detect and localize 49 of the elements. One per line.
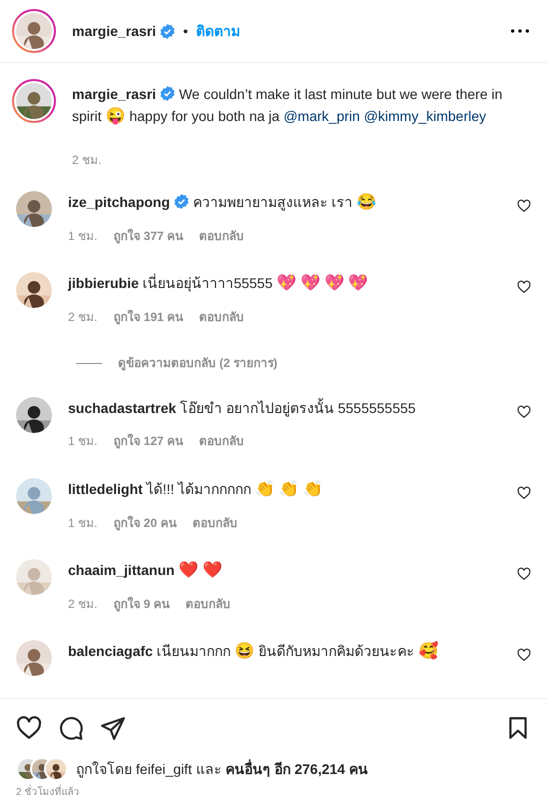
username-link[interactable]: margie_rasri xyxy=(72,20,156,42)
mention-link[interactable]: @mark_prin xyxy=(283,108,360,124)
reply-button[interactable]: ตอบกลับ xyxy=(192,514,238,532)
mention-link[interactable]: @kimmy_kimberley xyxy=(364,108,486,124)
share-icon[interactable] xyxy=(100,715,126,741)
post-time: 2 ชั่วโมงที่แล้ว xyxy=(0,785,547,800)
username-link[interactable]: suchadastartrek xyxy=(68,400,176,416)
separator-dot: • xyxy=(183,22,188,40)
like-count-button[interactable]: ถูกใจ 377 คน xyxy=(113,227,184,245)
view-replies-button[interactable]: ดูข้อความตอบกลับ (2 รายการ) xyxy=(118,354,278,372)
like-count-button[interactable]: ถูกใจ 127 คน xyxy=(113,432,184,450)
reply-button[interactable]: ตอบกลับ xyxy=(199,432,244,450)
like-count-button[interactable]: ถูกใจ 20 คน xyxy=(113,514,176,532)
avatar-ring[interactable] xyxy=(12,9,56,53)
like-count-button[interactable]: ถูกใจ 191 คน xyxy=(113,308,184,326)
follow-button[interactable]: ติดตาม xyxy=(196,20,240,42)
username-link[interactable]: margie_rasri xyxy=(72,86,156,102)
like-icon[interactable] xyxy=(16,715,42,741)
reply-button[interactable]: ตอบกลับ xyxy=(199,308,244,326)
comment-text: chaaim_jittanun ❤ ❤ xyxy=(68,560,224,581)
comment-text: margie_rasri We couldn’t make it last minute but we were there in spirit 😜 happy for you both na ja @mark_prin @kimmy_kimberley xyxy=(72,85,504,127)
timestamp: 2 ชม. xyxy=(68,309,98,326)
username-link[interactable]: littledelight xyxy=(68,481,143,497)
avatar-ring[interactable] xyxy=(12,79,56,123)
like-heart-icon[interactable] xyxy=(517,486,531,500)
like-heart-icon[interactable] xyxy=(517,199,531,213)
like-count-button[interactable]: ถูกใจ 9 คน xyxy=(113,595,170,613)
comment-icon[interactable] xyxy=(58,715,84,741)
username-link[interactable]: chaaim_jittanun xyxy=(68,562,175,578)
comment-text: jibbierubie เนี่ยนอยุ่น้าาาา55555 💖 💖 💖 💖 xyxy=(68,272,370,294)
username-link[interactable]: ize_pitchapong xyxy=(68,194,170,210)
like-heart-icon[interactable] xyxy=(517,648,531,662)
timestamp: 2 ชม. xyxy=(72,152,102,169)
reply-button[interactable]: ตอบกลับ xyxy=(199,227,244,245)
username-link[interactable]: balenciagafc xyxy=(68,643,153,659)
timestamp: 1 ชม. xyxy=(68,515,98,532)
username-link[interactable]: jibbierubie xyxy=(68,275,139,291)
like-heart-icon[interactable] xyxy=(517,405,531,419)
liked-by-text: ถูกใจโดย feifei_gift และ คนอื่นๆ อีก 276,214 คน xyxy=(76,758,368,780)
comment-text: ize_pitchapong ความพยายามสูงแหละ เรา 😂 xyxy=(68,192,378,213)
reply-button[interactable]: ตอบกลับ xyxy=(186,595,231,613)
timestamp: 1 ชม. xyxy=(68,433,98,450)
comment-text: balenciagafc เนียนมากกก 😆 ยินดีกับหมากคิมด้วยนะคะ 🥰 xyxy=(68,640,440,662)
like-heart-icon[interactable] xyxy=(517,567,531,581)
comment-text: littledelight ได้!!! ได้มากกกกก 👏 👏 👏 xyxy=(68,479,324,500)
timestamp: 1 ชม. xyxy=(68,228,98,245)
like-heart-icon[interactable] xyxy=(517,280,531,294)
timestamp: 2 ชม. xyxy=(68,596,98,613)
comment-text: suchadastartrek โอ๊ยขำ อยากไปอยู่ตรงนั้น 5555555555 xyxy=(68,397,417,419)
